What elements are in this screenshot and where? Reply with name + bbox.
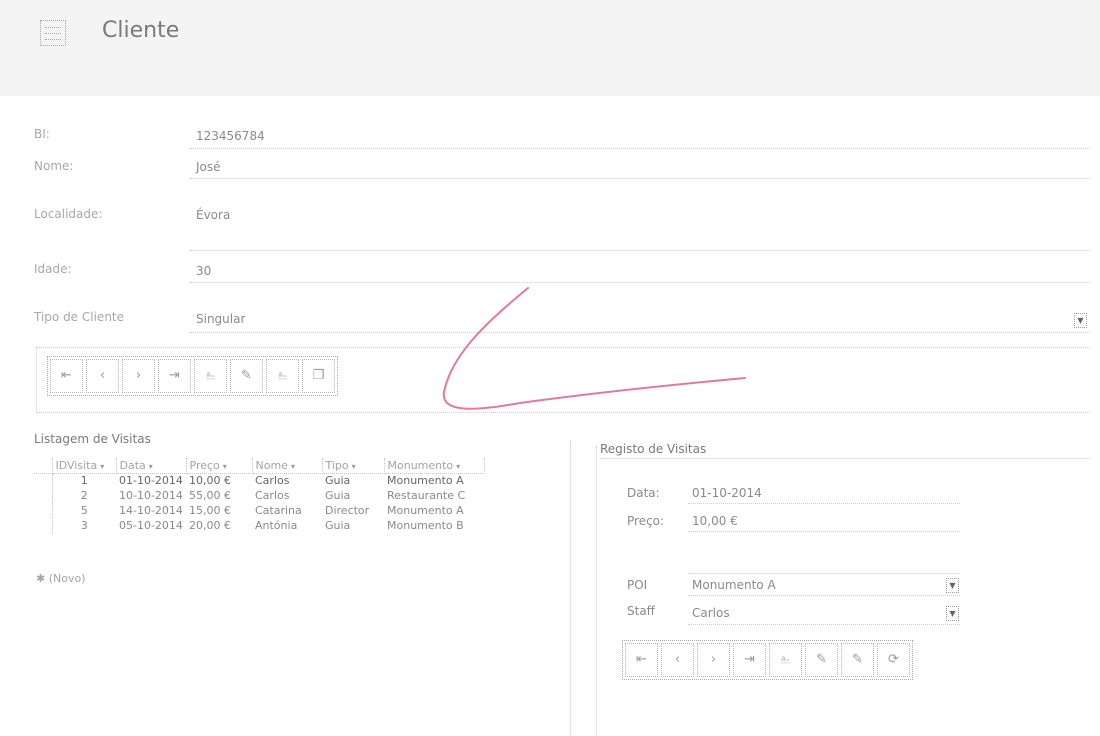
visit-first-record-button[interactable]: ⇤ bbox=[625, 643, 658, 677]
staff-label: Staff bbox=[627, 604, 655, 618]
asterisk-icon: ✱ bbox=[36, 572, 46, 585]
tipo-cliente-combo[interactable]: Singular bbox=[196, 312, 245, 326]
column-header-data[interactable]: Data ▾ bbox=[116, 458, 187, 474]
visit-record-title: Registo de Visitas bbox=[600, 442, 707, 456]
visit-edit-record-button[interactable]: ✎ bbox=[805, 643, 838, 677]
visit-previous-record-button[interactable]: ‹ bbox=[661, 643, 694, 677]
visit-date-field[interactable]: 01-10-2014 bbox=[692, 486, 762, 500]
visit-new-record-button[interactable]: ⎁ bbox=[769, 643, 802, 677]
bi-field[interactable]: 123456784 bbox=[196, 129, 265, 143]
new-record-button[interactable]: ⎁ bbox=[194, 359, 227, 393]
form-icon bbox=[40, 20, 66, 46]
visit-last-record-button[interactable]: ⇥ bbox=[733, 643, 766, 677]
table-row[interactable]: 5 14-10-2014 15,00 € Catarina Director M… bbox=[34, 503, 484, 518]
staff-combo[interactable]: Carlos bbox=[692, 606, 730, 620]
visit-price-label: Preço: bbox=[627, 514, 665, 528]
idade-label: Idade: bbox=[34, 262, 72, 276]
new-row-label: (Novo) bbox=[48, 572, 86, 585]
column-header-tipo[interactable]: Tipo ▾ bbox=[322, 458, 385, 474]
nome-field[interactable]: José bbox=[196, 160, 221, 174]
localidade-label: Localidade: bbox=[34, 207, 103, 221]
staff-dropdown-button[interactable]: ▼ bbox=[946, 606, 959, 621]
new-record-row[interactable]: ✱ (Novo) bbox=[36, 572, 86, 585]
grid-select-all[interactable] bbox=[34, 458, 53, 474]
visit-undo-button[interactable]: ⟳ bbox=[877, 643, 910, 677]
table-row[interactable]: 3 05-10-2014 20,00 € Antónia Guia Monume… bbox=[34, 518, 484, 533]
first-record-button[interactable]: ⇤ bbox=[50, 359, 83, 393]
nome-label: Nome: bbox=[34, 159, 74, 173]
table-row[interactable]: 2 10-10-2014 55,00 € Carlos Guia Restaur… bbox=[34, 488, 484, 503]
column-header-preco[interactable]: Preço ▾ bbox=[186, 458, 253, 474]
visit-list-grid: IDVisita ▾ Data ▾ Preço ▾ Nome ▾ Tipo ▾ Monum… bbox=[34, 458, 485, 533]
column-header-monumento[interactable]: Monumento ▾ bbox=[384, 458, 485, 474]
save-record-button[interactable]: ⎁ bbox=[266, 359, 299, 393]
previous-record-button[interactable]: ‹ bbox=[86, 359, 119, 393]
visit-record-toolbar: ⇤ ‹ › ⇥ ⎁ ✎ ✎ ⟳ bbox=[622, 640, 913, 680]
column-header-nome[interactable]: Nome ▾ bbox=[252, 458, 323, 474]
idade-field[interactable]: 30 bbox=[196, 264, 211, 278]
poi-label: POI bbox=[627, 578, 648, 592]
close-form-button[interactable]: ❐ bbox=[302, 359, 335, 393]
last-record-button[interactable]: ⇥ bbox=[158, 359, 191, 393]
tipo-cliente-dropdown-button[interactable]: ▼ bbox=[1074, 313, 1087, 328]
poi-combo[interactable]: Monumento A bbox=[692, 578, 776, 592]
main-record-toolbar: ⇤ ‹ › ⇥ ⎁ ✎ ⎁ ❐ bbox=[47, 356, 338, 396]
bi-label: BI: bbox=[34, 127, 50, 141]
grid-header-row: IDVisita ▾ Data ▾ Preço ▾ Nome ▾ Tipo ▾ Monum… bbox=[34, 458, 485, 474]
form-header: Cliente bbox=[0, 0, 1100, 96]
tipo-cliente-label: Tipo de Cliente bbox=[34, 310, 125, 324]
page-title: Cliente bbox=[102, 18, 180, 43]
table-row[interactable]: 1 01-10-2014 10,00 € Carlos Guia Monumen… bbox=[34, 473, 484, 488]
visit-save-record-button[interactable]: ✎ bbox=[841, 643, 874, 677]
visit-next-record-button[interactable]: › bbox=[697, 643, 730, 677]
poi-dropdown-button[interactable]: ▼ bbox=[946, 578, 959, 593]
next-record-button[interactable]: › bbox=[122, 359, 155, 393]
edit-record-button[interactable]: ✎ bbox=[230, 359, 263, 393]
visit-price-field[interactable]: 10,00 € bbox=[692, 514, 738, 528]
visit-date-label: Data: bbox=[627, 486, 660, 500]
visit-list-title: Listagem de Visitas bbox=[34, 432, 151, 446]
localidade-field[interactable]: Évora bbox=[196, 208, 230, 222]
column-header-idvisita[interactable]: IDVisita ▾ bbox=[52, 458, 117, 474]
